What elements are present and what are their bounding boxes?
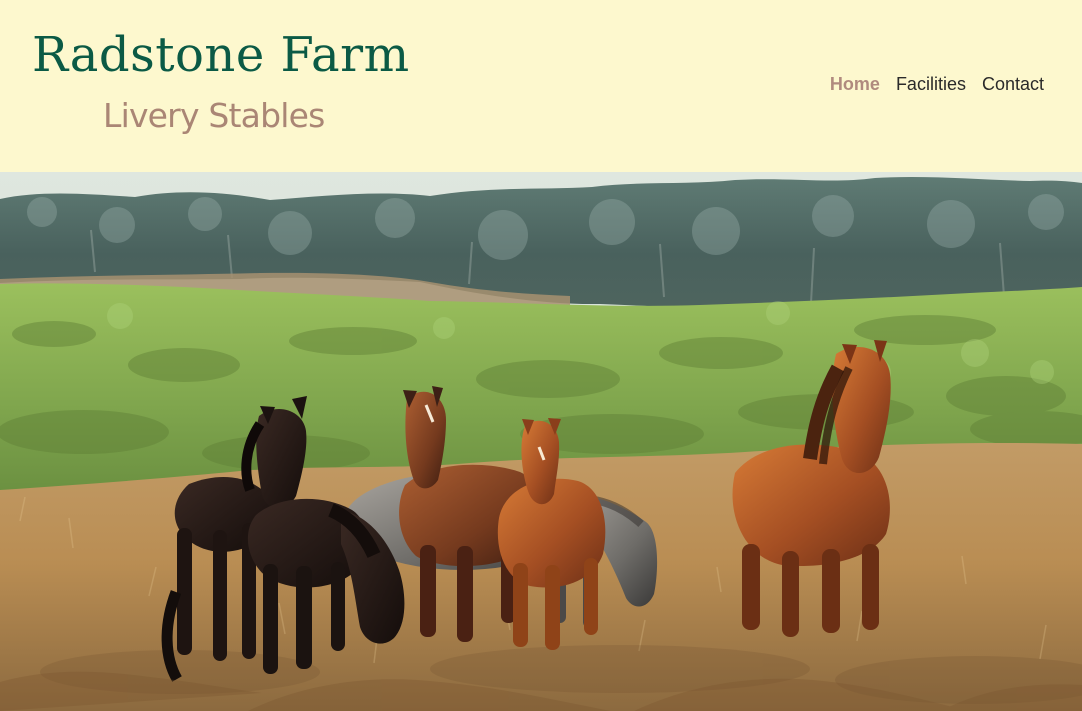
page: Radstone Farm Livery Stables Home Facili…: [0, 0, 1082, 711]
hero-image: [0, 172, 1082, 711]
site-header: Radstone Farm Livery Stables Home Facili…: [0, 0, 1082, 171]
site-title: Radstone Farm: [32, 27, 410, 83]
nav-home-link[interactable]: Home: [830, 75, 880, 93]
site-subtitle: Livery Stables: [103, 96, 325, 135]
nav-contact-link[interactable]: Contact: [982, 75, 1044, 93]
main-navigation: Home Facilities Contact: [830, 75, 1044, 93]
nav-facilities-link[interactable]: Facilities: [896, 75, 966, 93]
